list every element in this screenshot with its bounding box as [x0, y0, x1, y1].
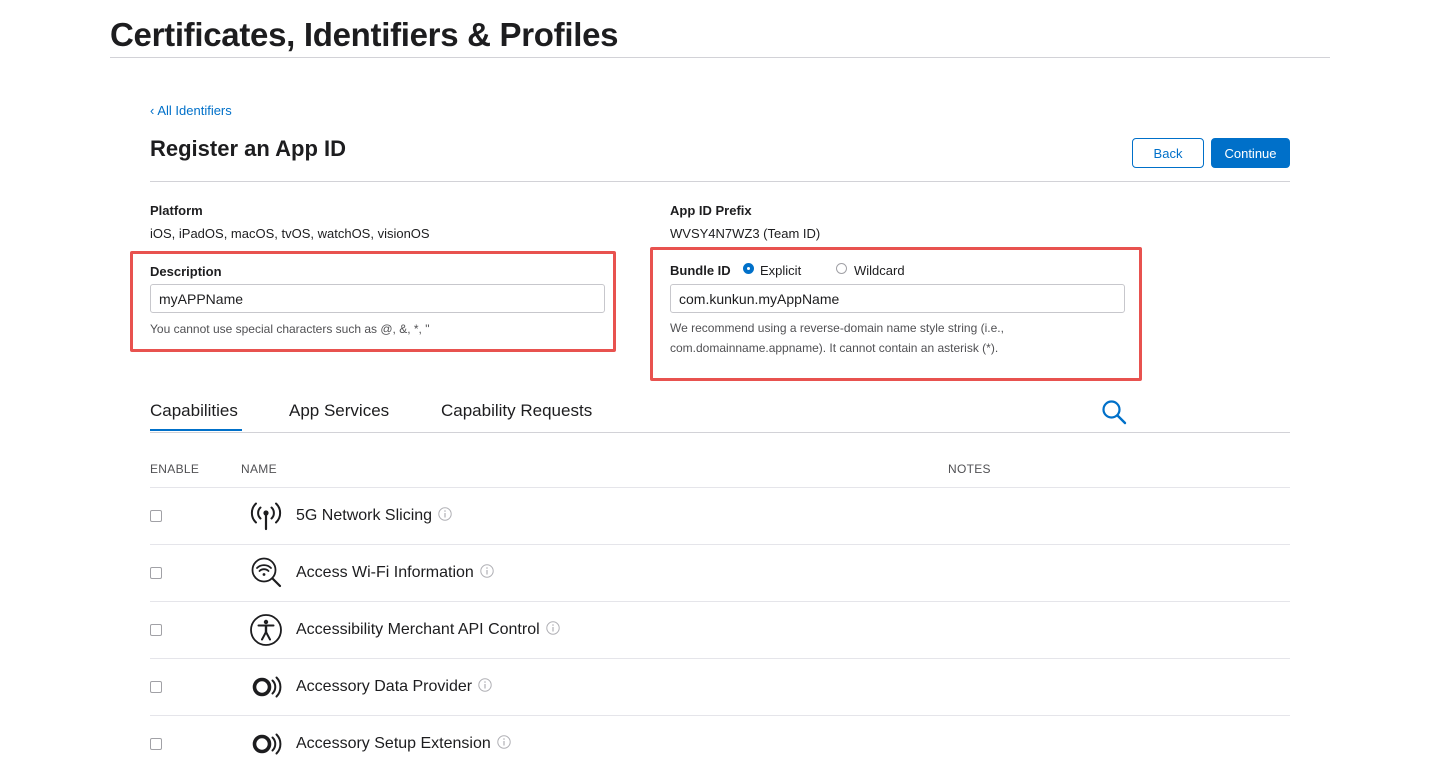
chevron-left-icon: ‹: [150, 103, 155, 118]
column-header-notes: NOTES: [948, 462, 991, 476]
table-row: Accessory Data Provider: [150, 658, 1290, 715]
capability-label: Accessory Data Provider: [296, 678, 473, 695]
all-identifiers-label: All Identifiers: [157, 103, 232, 118]
capability-label: Accessory Setup Extension: [296, 735, 491, 752]
bundle-id-hint-line2: com.domainname.appname). It cannot conta…: [670, 341, 999, 355]
info-icon[interactable]: [478, 678, 492, 692]
enable-checkbox[interactable]: [150, 510, 162, 522]
capability-name: Accessory Data Provider: [296, 678, 492, 696]
description-label: Description: [150, 264, 222, 279]
table-row: Accessibility Merchant API Control: [150, 601, 1290, 658]
accessory-icon: [252, 733, 282, 755]
table-row: Access Wi-Fi Information: [150, 544, 1290, 601]
bundle-id-input[interactable]: [670, 284, 1125, 313]
title-divider: [110, 57, 1330, 58]
wifi-search-icon: [251, 557, 282, 588]
back-button[interactable]: Back: [1132, 138, 1204, 168]
description-input[interactable]: [150, 284, 605, 313]
explicit-radio[interactable]: [743, 263, 754, 274]
capability-name: Accessibility Merchant API Control: [296, 621, 560, 639]
enable-checkbox[interactable]: [150, 738, 162, 750]
platform-label: Platform: [150, 203, 203, 218]
capability-name: 5G Network Slicing: [296, 507, 452, 525]
capability-label: 5G Network Slicing: [296, 507, 433, 524]
capability-name: Accessory Setup Extension: [296, 735, 511, 753]
antenna-icon: [250, 502, 282, 531]
info-icon[interactable]: [545, 621, 560, 635]
all-identifiers-link[interactable]: ‹ All Identifiers: [150, 103, 232, 118]
section-title: Register an App ID: [150, 136, 346, 161]
platform-value: iOS, iPadOS, macOS, tvOS, watchOS, visio…: [150, 226, 430, 241]
continue-button[interactable]: Continue: [1211, 138, 1290, 168]
capability-label: Accessibility Merchant API Control: [296, 621, 540, 638]
description-hint: You cannot use special characters such a…: [150, 322, 430, 336]
tab-capabilities[interactable]: Capabilities: [150, 401, 238, 421]
column-header-enable: ENABLE: [150, 462, 200, 476]
capability-name: Access Wi-Fi Information: [296, 564, 494, 582]
section-divider: [150, 181, 1290, 182]
info-icon[interactable]: [497, 735, 511, 749]
enable-checkbox[interactable]: [150, 624, 162, 636]
bundle-id-label: Bundle ID: [670, 263, 731, 278]
capability-label: Access Wi-Fi Information: [296, 564, 474, 581]
accessory-icon: [252, 676, 282, 698]
enable-checkbox[interactable]: [150, 681, 162, 693]
wildcard-radio-label[interactable]: Wildcard: [854, 263, 905, 278]
tabs-divider: [150, 432, 1290, 433]
page-title: Certificates, Identifiers & Profiles: [110, 16, 619, 53]
info-icon[interactable]: [438, 507, 452, 521]
column-header-name: NAME: [241, 462, 277, 476]
table-row: Accessory Setup Extension: [150, 715, 1290, 772]
wildcard-radio[interactable]: [836, 263, 847, 274]
active-tab-indicator: [150, 429, 242, 431]
enable-checkbox[interactable]: [150, 567, 162, 579]
tab-capability-requests[interactable]: Capability Requests: [441, 401, 592, 421]
tab-app-services[interactable]: App Services: [289, 401, 389, 421]
table-row: 5G Network Slicing: [150, 487, 1290, 544]
explicit-radio-label[interactable]: Explicit: [760, 263, 801, 278]
app-id-prefix-value: WVSY4N7WZ3 (Team ID): [670, 226, 821, 241]
info-icon[interactable]: [480, 564, 494, 578]
app-id-prefix-label: App ID Prefix: [670, 203, 752, 218]
accessibility-icon: [250, 614, 282, 646]
search-icon[interactable]: [1100, 398, 1128, 426]
bundle-id-hint-line1: We recommend using a reverse-domain name…: [670, 321, 1004, 335]
